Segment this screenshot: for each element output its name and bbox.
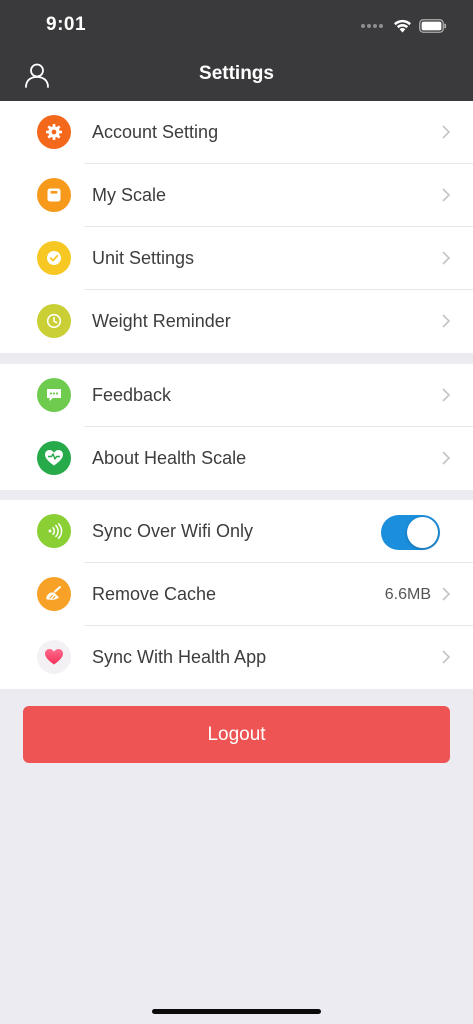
chevron-right-icon [442,451,451,465]
page-title: Settings [199,63,274,84]
row-label: Sync With Health App [92,647,267,667]
remove-cache-row[interactable]: Remove Cache 6.6MB [0,563,473,626]
clock-icon [37,304,71,338]
broom-icon [37,577,71,611]
settings-group-general: Account Setting My Scale Unit Settings W… [0,101,473,353]
about-health-scale-row[interactable]: About Health Scale [0,427,473,490]
home-indicator[interactable] [152,1009,321,1014]
row-label: Weight Reminder [92,311,231,331]
weight-reminder-row[interactable]: Weight Reminder [0,290,473,353]
wifi-signal-icon [37,514,71,548]
status-time: 9:01 [46,14,87,35]
cellular-signal-icon [361,24,383,28]
sync-health-app-row[interactable]: Sync With Health App [0,626,473,689]
sync-over-wifi-row: Sync Over Wifi Only [0,500,473,563]
navigation-header: 9:01 Settings [0,0,473,101]
account-setting-row[interactable]: Account Setting [0,101,473,164]
heart-icon [37,441,71,475]
row-label: About Health Scale [92,448,247,468]
settings-group-sync: Sync Over Wifi Only Remove Cache 6.6MB S… [0,500,473,689]
unit-settings-row[interactable]: Unit Settings [0,227,473,290]
toggle-knob [407,517,438,548]
logout-button[interactable]: Logout [23,706,450,763]
wifi-icon [394,19,411,33]
row-label: Unit Settings [92,248,195,268]
chevron-right-icon [442,251,451,265]
chevron-right-icon [442,587,451,601]
my-scale-row[interactable]: My Scale [0,164,473,227]
chevron-right-icon [442,188,451,202]
status-indicators [361,16,447,36]
row-label: Sync Over Wifi Only [92,521,254,541]
chevron-right-icon [442,125,451,139]
health-app-icon [37,640,71,674]
sync-wifi-toggle[interactable] [381,515,440,550]
battery-icon [419,19,447,33]
chevron-right-icon [442,314,451,328]
chat-bubble-icon [37,378,71,412]
cache-size-value: 6.6MB [384,586,431,603]
row-label: Account Setting [92,122,219,142]
scale-icon [37,178,71,212]
gear-icon [37,115,71,149]
row-label: My Scale [92,185,167,205]
settings-group-about: Feedback About Health Scale [0,364,473,490]
feedback-row[interactable]: Feedback [0,364,473,427]
chevron-right-icon [442,650,451,664]
chevron-right-icon [442,388,451,402]
check-circle-icon [37,241,71,275]
row-label: Remove Cache [92,584,217,604]
row-label: Feedback [92,385,172,405]
